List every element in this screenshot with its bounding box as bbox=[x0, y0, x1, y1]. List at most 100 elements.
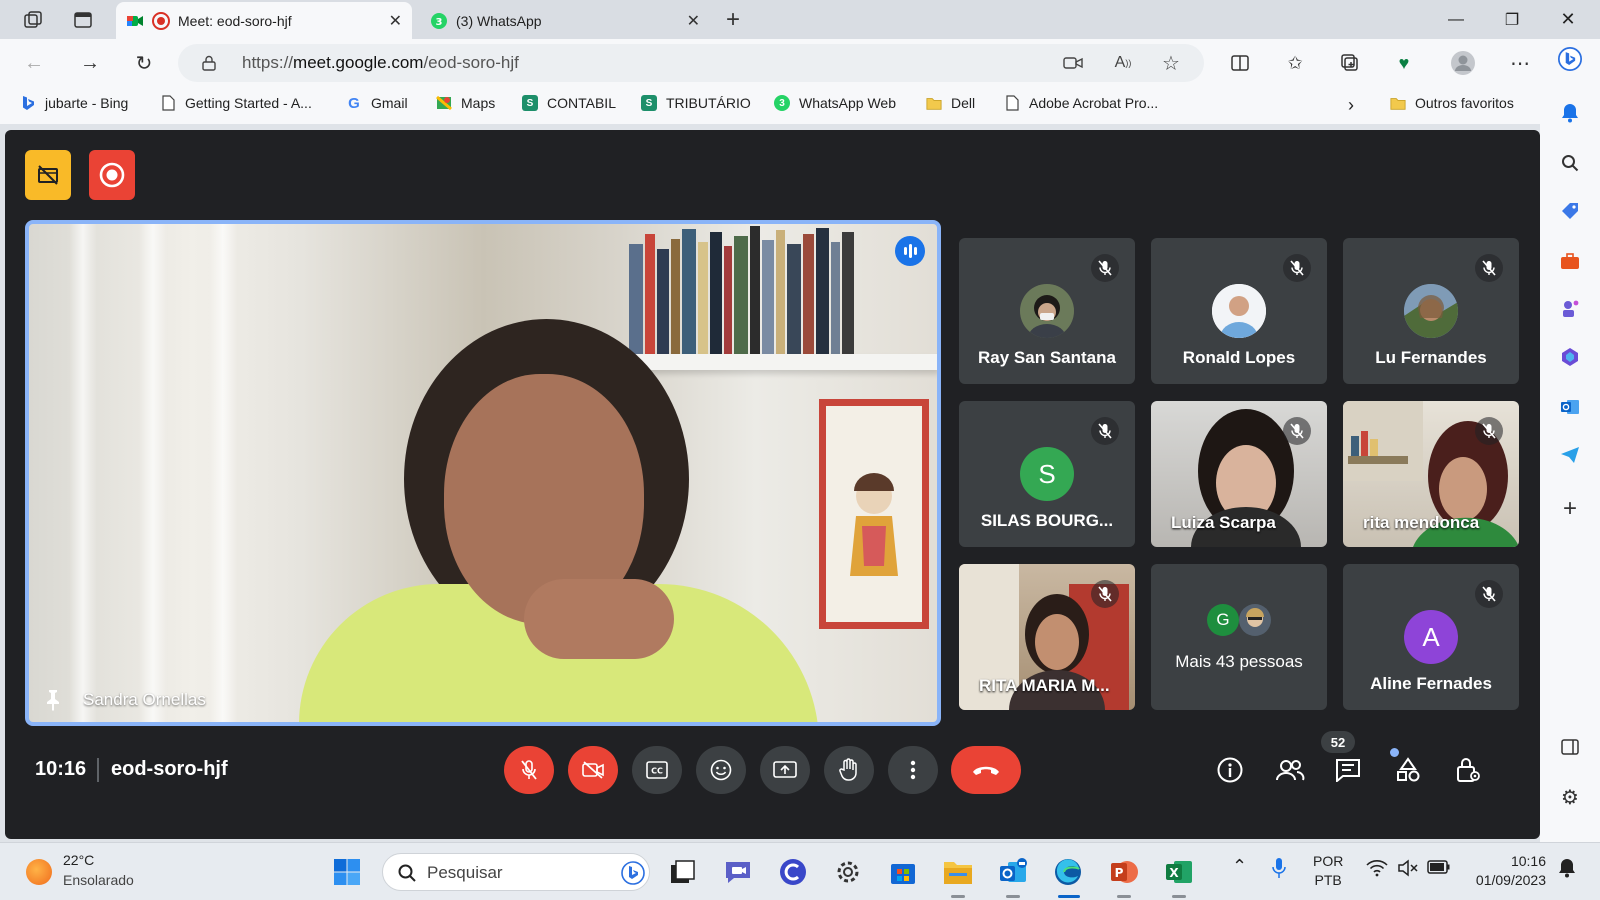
notification-bell-icon[interactable] bbox=[1558, 101, 1582, 125]
tab-title: (3) WhatsApp bbox=[456, 12, 542, 29]
present-screen-button[interactable] bbox=[760, 746, 810, 794]
participant-tile[interactable]: rita mendonca bbox=[1343, 401, 1519, 547]
split-screen-icon[interactable] bbox=[1226, 49, 1254, 77]
powerpoint-icon[interactable]: P bbox=[1109, 857, 1139, 887]
sun-weather-icon[interactable] bbox=[26, 859, 52, 885]
taskbar-search-input[interactable]: Pesquisar bbox=[382, 853, 650, 891]
language-indicator[interactable]: POR PTB bbox=[1313, 852, 1343, 890]
participant-tile[interactable]: Ronald Lopes bbox=[1151, 238, 1327, 384]
svg-text:P: P bbox=[1115, 866, 1124, 880]
workspaces-icon[interactable] bbox=[20, 7, 46, 33]
minimize-icon[interactable]: — bbox=[1428, 0, 1484, 39]
captions-button[interactable]: CC bbox=[632, 746, 682, 794]
search-icon[interactable] bbox=[1558, 151, 1582, 175]
camera-in-use-icon[interactable] bbox=[1062, 52, 1084, 74]
tab-title: Meet: eod-soro-hjf bbox=[178, 12, 292, 29]
new-tab-icon[interactable]: + bbox=[720, 6, 746, 33]
send-telegram-icon[interactable] bbox=[1558, 443, 1582, 467]
camera-toggle-button[interactable] bbox=[568, 746, 618, 794]
address-bar[interactable]: https://meet.google.com/eod-soro-hjf A))… bbox=[178, 44, 1204, 82]
participant-tile[interactable]: Lu Fernandes bbox=[1343, 238, 1519, 384]
tab-meet[interactable]: Meet: eod-soro-hjf ✕ bbox=[116, 2, 412, 39]
bookmark-folder-other[interactable]: Outros favoritos bbox=[1390, 95, 1514, 111]
close-tab-icon[interactable]: ✕ bbox=[389, 11, 402, 31]
microsoft-365-icon[interactable] bbox=[1558, 345, 1582, 369]
read-aloud-icon[interactable]: A)) bbox=[1112, 52, 1134, 74]
meeting-details-info-icon[interactable] bbox=[1212, 752, 1248, 788]
people-icon[interactable] bbox=[1272, 752, 1308, 788]
microsoft-store-icon[interactable] bbox=[888, 857, 918, 887]
bookmark-item[interactable]: jubarte - Bing bbox=[20, 95, 128, 111]
more-options-button[interactable] bbox=[888, 746, 938, 794]
tab-whatsapp[interactable]: 3 (3) WhatsApp ✕ bbox=[420, 2, 710, 39]
no-video-recording-indicator[interactable] bbox=[25, 150, 71, 200]
favorites-icon[interactable]: ✩ bbox=[1281, 49, 1309, 77]
participant-tile[interactable]: Luiza Scarpa bbox=[1151, 401, 1327, 547]
app-c-icon[interactable] bbox=[778, 857, 808, 887]
participant-name: Luiza Scarpa bbox=[1171, 513, 1276, 532]
forward-icon[interactable]: → bbox=[76, 49, 104, 77]
more-participants-tile[interactable]: G Mais 43 pessoas bbox=[1151, 564, 1327, 710]
refresh-icon[interactable]: ↻ bbox=[130, 49, 158, 77]
task-view-icon[interactable] bbox=[668, 857, 698, 887]
settings-gear-icon[interactable]: ⚙ bbox=[1558, 785, 1582, 809]
participant-tile[interactable]: S SILAS BOURG... bbox=[959, 401, 1135, 547]
mic-toggle-button[interactable] bbox=[504, 746, 554, 794]
bookmark-item[interactable]: 3 WhatsApp Web bbox=[774, 95, 896, 111]
sidebar-toggle-icon[interactable] bbox=[1558, 735, 1582, 759]
bookmark-item[interactable]: Getting Started - A... bbox=[160, 95, 312, 111]
tab-actions-icon[interactable] bbox=[70, 7, 96, 33]
lock-icon[interactable] bbox=[198, 52, 220, 74]
raise-hand-button[interactable] bbox=[824, 746, 874, 794]
file-explorer-icon[interactable] bbox=[943, 857, 973, 887]
windows-start-icon[interactable] bbox=[332, 857, 362, 887]
bing-icon bbox=[20, 95, 36, 111]
bing-copilot-icon[interactable] bbox=[1558, 47, 1582, 71]
outlook-icon[interactable] bbox=[1558, 395, 1582, 419]
bookmark-item[interactable]: G Gmail bbox=[346, 95, 407, 112]
chat-icon[interactable] bbox=[1330, 752, 1366, 788]
bookmark-item[interactable]: Maps bbox=[436, 95, 495, 111]
participant-tile[interactable]: Ray San Santana bbox=[959, 238, 1135, 384]
close-window-icon[interactable]: ✕ bbox=[1540, 0, 1596, 39]
bookmark-item[interactable]: S CONTABIL bbox=[522, 95, 616, 111]
muted-mic-icon bbox=[1091, 254, 1119, 282]
recording-indicator[interactable] bbox=[89, 150, 135, 200]
participant-tile[interactable]: A Aline Fernades bbox=[1343, 564, 1519, 710]
host-controls-icon[interactable] bbox=[1450, 752, 1486, 788]
shopping-tag-icon[interactable] bbox=[1558, 199, 1582, 223]
leave-call-button[interactable] bbox=[951, 746, 1021, 794]
browser-essentials-icon[interactable]: ♥ bbox=[1390, 49, 1418, 77]
pin-icon[interactable] bbox=[43, 688, 63, 712]
teams-chat-icon[interactable] bbox=[723, 857, 753, 887]
excel-icon[interactable]: X bbox=[1164, 857, 1194, 887]
more-menu-icon[interactable]: ⋯ bbox=[1506, 49, 1534, 77]
favorite-star-icon[interactable]: ☆ bbox=[1160, 52, 1182, 75]
participant-tile[interactable]: RITA MARIA M... bbox=[959, 564, 1135, 710]
bookmark-item[interactable]: S TRIBUTÁRIO bbox=[641, 95, 751, 111]
settings-gear-icon[interactable] bbox=[833, 857, 863, 887]
tools-briefcase-icon[interactable] bbox=[1558, 249, 1582, 273]
notifications-icon[interactable] bbox=[1558, 858, 1576, 883]
add-sidebar-app-icon[interactable]: + bbox=[1558, 495, 1582, 522]
activities-icon[interactable] bbox=[1390, 752, 1426, 788]
bookmark-item[interactable]: Adobe Acrobat Pro... bbox=[1004, 95, 1158, 111]
microphone-icon[interactable] bbox=[1272, 857, 1286, 884]
volume-muted-icon[interactable] bbox=[1397, 858, 1419, 883]
games-icon[interactable] bbox=[1558, 297, 1582, 321]
bookmark-item[interactable]: Dell bbox=[926, 95, 975, 111]
profile-avatar[interactable] bbox=[1449, 49, 1477, 77]
emoji-reaction-button[interactable] bbox=[696, 746, 746, 794]
wifi-icon[interactable] bbox=[1366, 859, 1388, 882]
chevron-right-icon[interactable]: › bbox=[1348, 95, 1354, 116]
chevron-up-icon[interactable]: ⌃ bbox=[1232, 857, 1247, 876]
battery-icon[interactable] bbox=[1427, 859, 1451, 880]
collections-icon[interactable] bbox=[1336, 49, 1364, 77]
edge-browser-icon[interactable] bbox=[1053, 857, 1083, 887]
system-clock[interactable]: 10:16 01/09/2023 bbox=[1466, 852, 1546, 890]
restore-icon[interactable]: ❐ bbox=[1484, 0, 1540, 39]
main-speaker-video[interactable]: Sandra Ornellas bbox=[25, 220, 941, 726]
close-tab-icon[interactable]: ✕ bbox=[687, 11, 700, 31]
outlook-icon[interactable] bbox=[998, 857, 1028, 887]
back-icon[interactable]: ← bbox=[20, 49, 48, 77]
